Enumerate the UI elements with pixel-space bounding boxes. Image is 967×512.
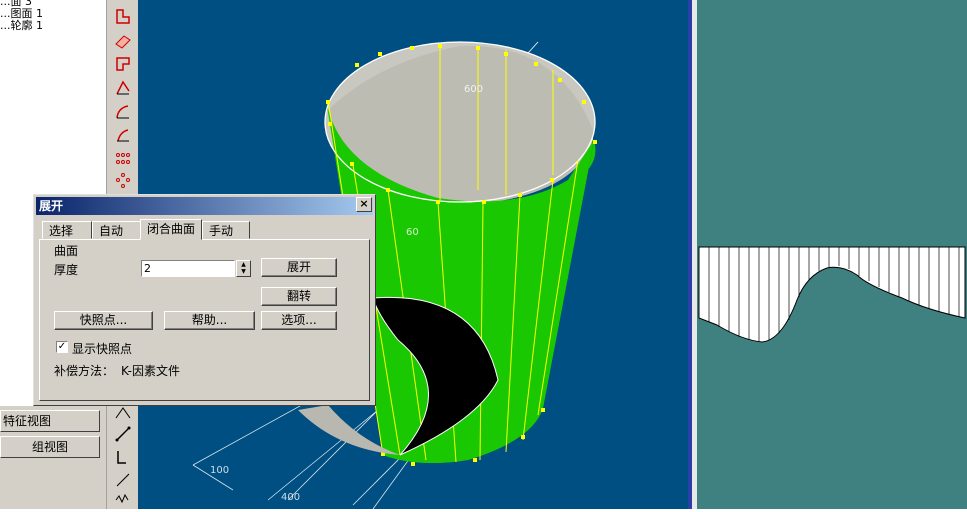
compensation-label: 补偿方法： [54, 364, 115, 378]
tree-item[interactable]: ...轮廓 1 [0, 20, 43, 32]
help-button[interactable]: 帮助... [164, 311, 255, 330]
triangle-icon[interactable] [114, 404, 132, 422]
show-snapshot-checkbox[interactable]: ✓ [56, 341, 68, 353]
pattern-icon[interactable] [114, 172, 132, 190]
dialog-title[interactable]: 展开 [36, 197, 373, 215]
points-icon[interactable] [114, 150, 132, 168]
flip-button[interactable]: 翻转 [261, 287, 337, 306]
compensation-value: K-因素文件 [121, 364, 180, 378]
dimension-label: 400 [281, 492, 301, 503]
line-icon[interactable] [114, 425, 132, 443]
dimension-label: 100 [210, 465, 230, 476]
flange-icon[interactable] [114, 55, 132, 73]
flat-pattern-view[interactable] [697, 0, 967, 509]
tab-select[interactable]: 选择 [42, 221, 92, 239]
dimension-label: 60 [406, 227, 419, 238]
flat-pattern [698, 246, 966, 343]
unfold-dialog: 展开 × 选择 自动 闭合曲面 手动 曲面 厚度 2 ▲ ▼ 展开 翻转 快照点.… [33, 194, 376, 406]
tab-auto[interactable]: 自动 [92, 221, 142, 239]
view-panel: 特征视图 组视图 [0, 406, 106, 509]
surface-group-label: 曲面 [54, 244, 79, 258]
thickness-label: 厚度 [54, 263, 79, 277]
arc-icon[interactable] [114, 103, 132, 121]
close-icon[interactable]: × [356, 197, 372, 212]
profile-icon[interactable] [114, 8, 132, 26]
arc2-icon[interactable] [114, 126, 132, 144]
corner-line-icon[interactable] [114, 448, 132, 466]
group-view-button[interactable]: 组视图 [0, 436, 100, 458]
thickness-spinner[interactable]: ▲ ▼ [236, 260, 251, 277]
tab-closed-surface[interactable]: 闭合曲面 [140, 219, 202, 240]
options-button[interactable]: 选项... [261, 311, 337, 330]
snapshot-button[interactable]: 快照点... [54, 311, 153, 330]
unfold-button[interactable]: 展开 [261, 258, 337, 277]
feature-view-button[interactable]: 特征视图 [0, 410, 100, 432]
thickness-input[interactable]: 2 [141, 260, 235, 277]
show-snapshot-label: 显示快照点 [72, 342, 133, 356]
bend-icon[interactable] [114, 32, 132, 50]
slash-icon[interactable] [114, 471, 132, 489]
dimension-label: 600 [464, 84, 484, 95]
wave-icon[interactable] [114, 490, 132, 508]
tab-manual[interactable]: 手动 [202, 221, 250, 239]
corner-icon[interactable] [114, 79, 132, 97]
